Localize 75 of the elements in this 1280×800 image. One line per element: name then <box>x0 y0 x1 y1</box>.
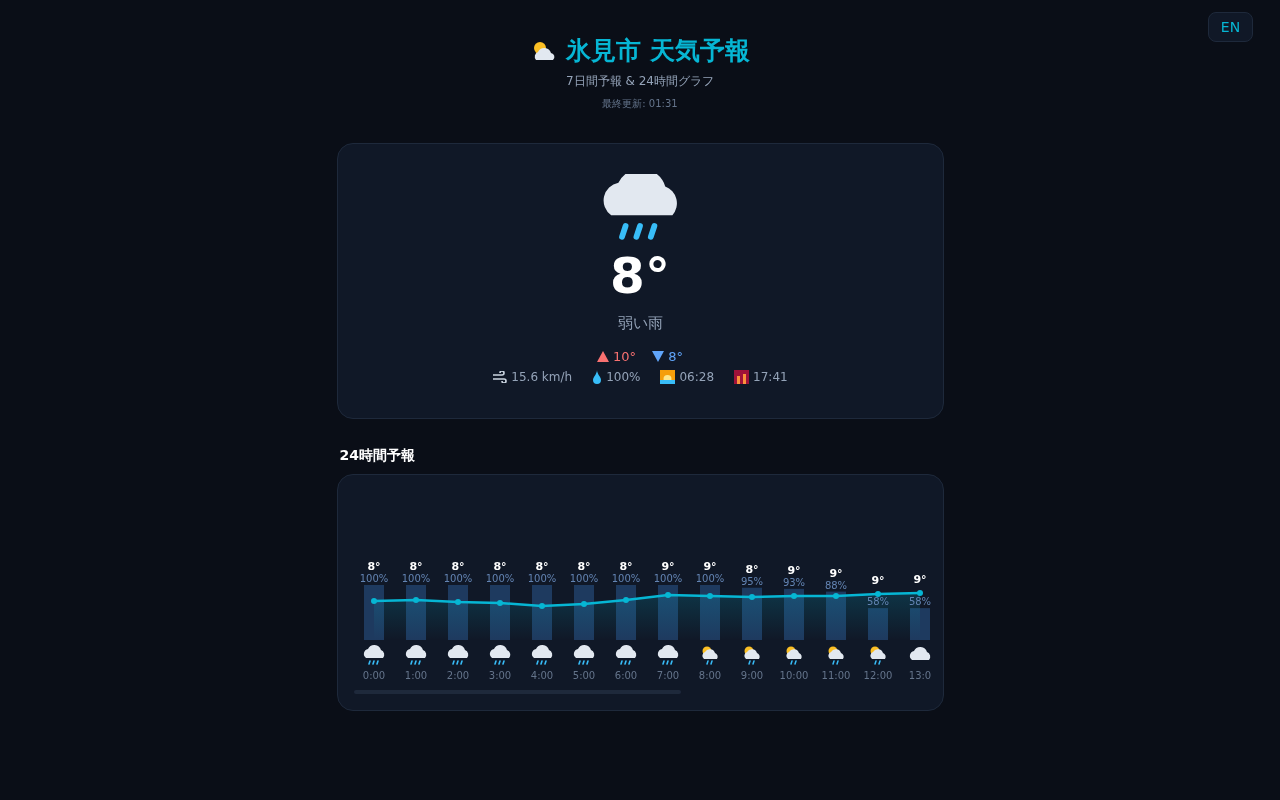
language-button[interactable]: EN <box>1208 12 1253 42</box>
sun-cloud-rain-icon <box>785 646 802 665</box>
temperature-label: 8° <box>744 562 759 576</box>
wind-speed: 15.6 km/h <box>511 369 573 386</box>
precipitation-label: 100% <box>653 573 682 584</box>
temperature-label: 8° <box>450 560 465 573</box>
sun-cloud-rain-icon <box>827 646 844 665</box>
precipitation-label: 100% <box>485 573 514 584</box>
temperature-label: 8° <box>576 560 591 573</box>
precipitation-label: 100% <box>401 573 430 584</box>
temperature-label: 9° <box>912 573 927 586</box>
temperature-label: 8° <box>492 560 507 573</box>
droplet-icon <box>592 370 603 384</box>
sun-cloud-rain-icon <box>701 646 718 665</box>
up-triangle-icon <box>597 350 610 362</box>
rain-cloud-icon <box>657 645 678 665</box>
time-label: 1:00 <box>404 670 427 681</box>
precipitation-label: 95% <box>740 575 763 587</box>
page-title: 氷見市 天気予報 <box>566 35 750 67</box>
precipitation-label: 100% <box>611 573 640 584</box>
time-label: 12:00 <box>863 670 892 681</box>
rain-cloud-icon <box>489 645 510 665</box>
precipitation-label: 100% <box>527 573 556 584</box>
down-triangle-icon <box>652 350 665 362</box>
last-updated: 最終更新: 01:31 <box>602 97 678 111</box>
rain-cloud-icon <box>447 645 468 665</box>
rain-cloud-icon <box>615 645 636 665</box>
wind-icon <box>492 371 508 383</box>
sunset-time: 17:41 <box>753 369 788 386</box>
weather-description: 弱い雨 <box>617 313 663 334</box>
sun-cloud-rain-icon <box>743 646 760 665</box>
time-label: 11:00 <box>821 670 850 681</box>
temperature-label: 9° <box>828 566 843 580</box>
precipitation-label: 100% <box>359 573 388 584</box>
time-label: 3:00 <box>488 670 511 681</box>
precipitation-label: 88% <box>824 579 847 591</box>
rain-cloud-icon <box>363 645 384 665</box>
temperature-label: 8° <box>618 560 633 573</box>
subtitle: 7日間予報 & 24時間グラフ <box>566 73 714 90</box>
precipitation-label: 100% <box>695 573 724 584</box>
humidity: 100% <box>606 369 641 386</box>
time-label: 8:00 <box>698 670 721 681</box>
current-temperature: 8° <box>610 248 670 304</box>
precipitation-label: 93% <box>782 576 805 588</box>
time-label: 6:00 <box>614 670 637 681</box>
precipitation-label: 100% <box>569 573 598 584</box>
time-label: 10:00 <box>779 670 808 681</box>
sunrise-icon <box>660 370 676 384</box>
time-label: 0:00 <box>362 670 385 681</box>
temperature-label: 8° <box>534 560 549 573</box>
time-label: 2:00 <box>446 670 469 681</box>
rain-cloud-icon <box>531 645 552 665</box>
temperature-label: 8° <box>408 560 423 573</box>
temperature-label: 9° <box>660 560 675 573</box>
time-label: 13:0 <box>908 670 931 681</box>
sunset-icon <box>734 370 750 384</box>
temperature-label: 9° <box>870 574 885 587</box>
rain-cloud-icon <box>573 645 594 665</box>
temperature-label: 8° <box>366 560 381 573</box>
time-label: 5:00 <box>572 670 595 681</box>
time-label: 7:00 <box>656 670 679 681</box>
temperature-label: 9° <box>786 563 801 577</box>
low-temperature: 8° <box>668 347 683 366</box>
sunrise-time: 06:28 <box>679 369 715 386</box>
cloud-icon <box>909 647 930 660</box>
precipitation-label: 100% <box>443 573 472 584</box>
high-temperature: 10° <box>613 347 637 366</box>
temperature-label: 9° <box>702 560 717 573</box>
time-label: 9:00 <box>740 670 763 681</box>
precipitation-label: 58% <box>866 596 889 608</box>
time-label: 4:00 <box>530 670 553 681</box>
section-heading: 24時間予報 <box>338 446 416 465</box>
precipitation-label: 58% <box>908 596 931 608</box>
sun-cloud-rain-icon <box>869 646 886 665</box>
rain-cloud-icon <box>405 645 426 665</box>
